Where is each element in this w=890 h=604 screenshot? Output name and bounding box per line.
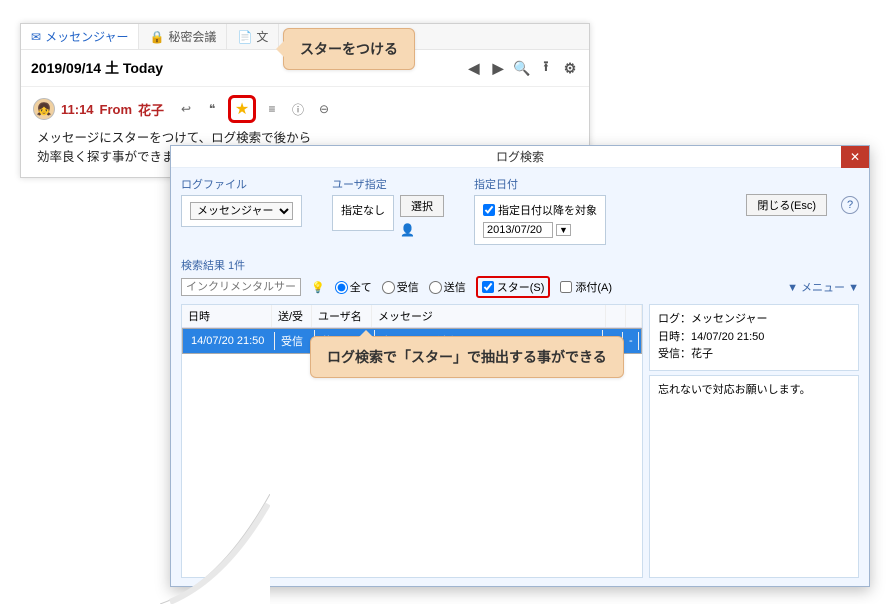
date-label: 指定日付 [474, 176, 606, 192]
message-from-name: 花子 [138, 100, 164, 119]
tab-secret[interactable]: 🔒 秘密会議 [139, 24, 227, 49]
reply-icon[interactable]: ↩ [176, 99, 196, 119]
col-io[interactable]: 送/受 [272, 305, 312, 327]
col-message[interactable]: メッセージ [372, 305, 606, 327]
user-label: ユーザ指定 [332, 176, 444, 192]
detail-body-text: 忘れないで対応お願いします。 [658, 384, 811, 396]
message-header: 👧 11:14 From 花子 ↩ ❝ ★ ≡ ⓘ ⊖ [33, 95, 577, 123]
help-icon[interactable]: ? [841, 196, 859, 214]
cell-attach: - [623, 332, 639, 350]
person-icon[interactable]: 👤 [400, 223, 444, 237]
close-button[interactable]: 閉じる(Esc) [746, 194, 827, 216]
filter-recv[interactable]: 受信 [382, 279, 419, 295]
detail-header-box: ログ：メッセンジャー 日時：14/07/20 21:50 受信：花子 [649, 304, 859, 371]
col-attach [626, 305, 642, 327]
dialog-title: ログ検索 [496, 148, 544, 165]
date-after-label: 指定日付以降を対象 [498, 202, 597, 218]
filter-all[interactable]: 全て [335, 279, 372, 295]
filter-send[interactable]: 送信 [429, 279, 466, 295]
detail-pane: ログ：メッセンジャー 日時：14/07/20 21:50 受信：花子 忘れないで… [649, 304, 859, 578]
dialog-titlebar: ログ検索 ✕ [171, 146, 869, 168]
close-icon[interactable]: ✕ [841, 146, 869, 168]
info-icon[interactable]: ⓘ [288, 99, 308, 119]
user-panel: 指定なし [332, 195, 394, 231]
detail-body-box: 忘れないで対応お願いします。 [649, 375, 859, 578]
tab-label: メッセンジャー [45, 28, 128, 45]
cell-io: 受信 [275, 330, 315, 352]
logfile-select[interactable]: メッセンジャー [190, 202, 293, 220]
date-panel: 指定日付以降を対象 ▼ [474, 195, 606, 245]
lock-icon: 🔒 [149, 30, 164, 44]
callout-star: スターをつける [283, 28, 415, 70]
logfile-panel: メッセンジャー [181, 195, 302, 227]
callout-filter: ログ検索で「スター」で抽出する事ができる [310, 336, 624, 378]
date-after-checkbox[interactable]: 指定日付以降を対象 [483, 202, 597, 218]
user-group: ユーザ指定 指定なし 選択 👤 [332, 176, 444, 237]
doc-icon: 📄 [237, 30, 252, 44]
message-actions: ↩ ❝ ★ ≡ ⓘ ⊖ [176, 95, 334, 123]
next-icon[interactable]: ▶ [489, 59, 507, 77]
minus-icon[interactable]: ⊖ [314, 99, 334, 119]
filter-star-highlight: スター(S) [476, 276, 551, 298]
filter-attach[interactable]: 添付(A) [560, 279, 612, 295]
col-star [606, 305, 626, 327]
config-row: ログファイル メッセンジャー ユーザ指定 指定なし 選択 👤 [181, 176, 859, 251]
message-from-label: From [100, 102, 133, 117]
tab-label: 秘密会議 [168, 28, 216, 45]
results-count: 検索結果 1件 [181, 257, 859, 273]
prev-icon[interactable]: ◀ [465, 59, 483, 77]
quote-icon[interactable]: ❝ [202, 99, 222, 119]
date-after-input[interactable] [483, 204, 495, 216]
date-input[interactable] [483, 222, 553, 238]
col-datetime[interactable]: 日時 [182, 305, 272, 327]
filter-star[interactable]: スター(S) [482, 279, 545, 295]
logfile-label: ログファイル [181, 176, 302, 192]
bulb-icon[interactable]: 💡 [311, 281, 325, 294]
message-time: 11:14 [61, 102, 94, 117]
up-icon[interactable]: ⭱ [537, 59, 555, 77]
user-value: 指定なし [341, 202, 385, 218]
mail-icon: ✉ [31, 30, 41, 44]
detail-icon[interactable]: ≡ [262, 99, 282, 119]
cell-datetime: 14/07/20 21:50 [185, 332, 275, 350]
tab-messenger[interactable]: ✉ メッセンジャー [21, 24, 139, 49]
table-header: 日時 送/受 ユーザ名 メッセージ [182, 305, 642, 328]
gear-icon[interactable]: ⚙ [561, 59, 579, 77]
filter-row: 💡 全て 受信 送信 スター(S) 添付(A) ▼ メニュー ▼ [181, 276, 859, 298]
chevron-down-icon[interactable]: ▼ [556, 224, 571, 236]
avatar: 👧 [33, 98, 55, 120]
logfile-group: ログファイル メッセンジャー [181, 176, 302, 227]
callout-text: スターをつける [300, 41, 398, 57]
incremental-search-input[interactable] [181, 278, 301, 296]
date-group: 指定日付 指定日付以降を対象 ▼ [474, 176, 606, 245]
search-icon[interactable]: 🔍 [513, 59, 531, 77]
date-text: 2019/09/14 土 Today [31, 58, 163, 78]
select-user-button[interactable]: 選択 [400, 195, 444, 217]
menu-dropdown[interactable]: ▼ メニュー ▼ [787, 279, 859, 295]
callout-text: ログ検索で「スター」で抽出する事ができる [327, 349, 607, 365]
star-icon[interactable]: ★ [228, 95, 256, 123]
